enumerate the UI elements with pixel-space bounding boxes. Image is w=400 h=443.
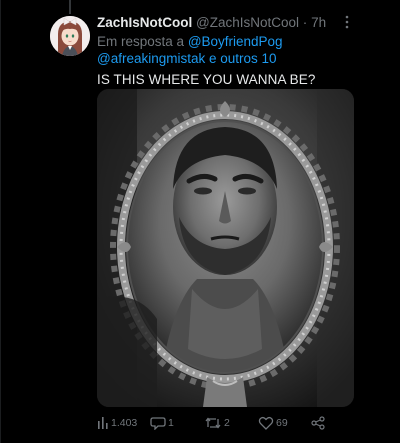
tweet-content: ZachIsNotCool @ZachIsNotCool · 7h Em res… <box>97 14 357 88</box>
retweet-icon <box>204 416 224 430</box>
reply-action[interactable]: 1 <box>150 414 174 432</box>
tweet-image[interactable] <box>97 89 354 407</box>
user-handle[interactable]: @ZachIsNotCool <box>196 15 299 30</box>
retweet-count: 2 <box>224 417 230 429</box>
views-count: 1.403 <box>111 417 138 429</box>
timeline-border <box>0 0 1 443</box>
share-action[interactable] <box>311 414 327 432</box>
tweet-text: IS THIS WHERE YOU WANNA BE? <box>97 72 316 87</box>
retweet-action[interactable]: 2 <box>204 414 230 432</box>
reply-prefix: Em resposta a <box>97 34 185 49</box>
heart-icon <box>258 416 276 430</box>
thread-connector-line <box>69 0 71 14</box>
bar-chart-icon <box>97 416 111 430</box>
views-action[interactable]: 1.403 <box>97 414 137 432</box>
reply-count: 1 <box>168 417 174 429</box>
share-icon <box>311 416 327 430</box>
tweet-actions: 1.403 1 2 69 <box>97 414 337 432</box>
mention-link[interactable]: @BoyfriendPog <box>188 34 283 49</box>
separator-dot: · <box>302 15 308 30</box>
like-action[interactable]: 69 <box>258 414 288 432</box>
avatar[interactable] <box>50 16 90 56</box>
others-link[interactable]: e outros 10 <box>209 51 277 66</box>
reply-context: Em resposta a @BoyfriendPog @afreakingmi… <box>97 33 357 67</box>
display-name[interactable]: ZachIsNotCool <box>97 15 192 30</box>
tweet-header: ZachIsNotCool @ZachIsNotCool · 7h <box>97 14 357 31</box>
mention-link[interactable]: @afreakingmistak <box>97 51 205 66</box>
reply-icon <box>150 416 168 430</box>
more-icon[interactable] <box>340 14 354 30</box>
timestamp[interactable]: 7h <box>311 15 326 30</box>
like-count: 69 <box>276 417 288 429</box>
